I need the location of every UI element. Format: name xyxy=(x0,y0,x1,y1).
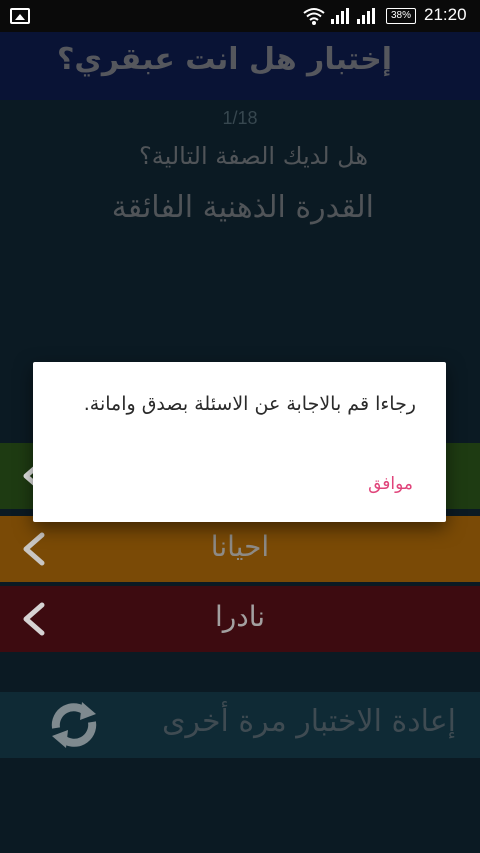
alert-dialog: رجاءا قم بالاجابة عن الاسئلة بصدق وامانة… xyxy=(33,362,446,522)
battery-icon: 38% xyxy=(386,8,416,24)
retry-button[interactable]: إعادة الاختبار مرة أخرى xyxy=(0,692,480,758)
clock: 21:20 xyxy=(424,5,467,24)
page-title: إختبار هل انت عبقري؟ xyxy=(56,42,392,77)
ok-button[interactable]: موافق xyxy=(368,474,413,494)
question-counter: 1/18 xyxy=(222,108,258,128)
refresh-icon xyxy=(51,702,97,748)
answer-button-rarely[interactable]: نادرا xyxy=(0,586,480,652)
trait-text: القدرة الذهنية الفائقة xyxy=(111,190,374,225)
question-text: هل لديك الصفة التالية؟ xyxy=(138,142,368,170)
status-bar: 38% 21:20 xyxy=(0,0,480,32)
signal-icon xyxy=(357,8,375,24)
answer-label: نادرا xyxy=(214,600,266,633)
answer-button-sometimes[interactable]: احيانا xyxy=(0,516,480,582)
retry-label: إعادة الاختبار مرة أخرى xyxy=(161,704,456,739)
signal-icon xyxy=(331,8,349,24)
wifi-icon xyxy=(303,8,325,25)
image-icon xyxy=(10,8,30,24)
dialog-message: رجاءا قم بالاجابة عن الاسئلة بصدق وامانة… xyxy=(83,393,416,415)
answer-label: احيانا xyxy=(210,530,270,563)
app-bar: إختبار هل انت عبقري؟ xyxy=(0,32,480,100)
